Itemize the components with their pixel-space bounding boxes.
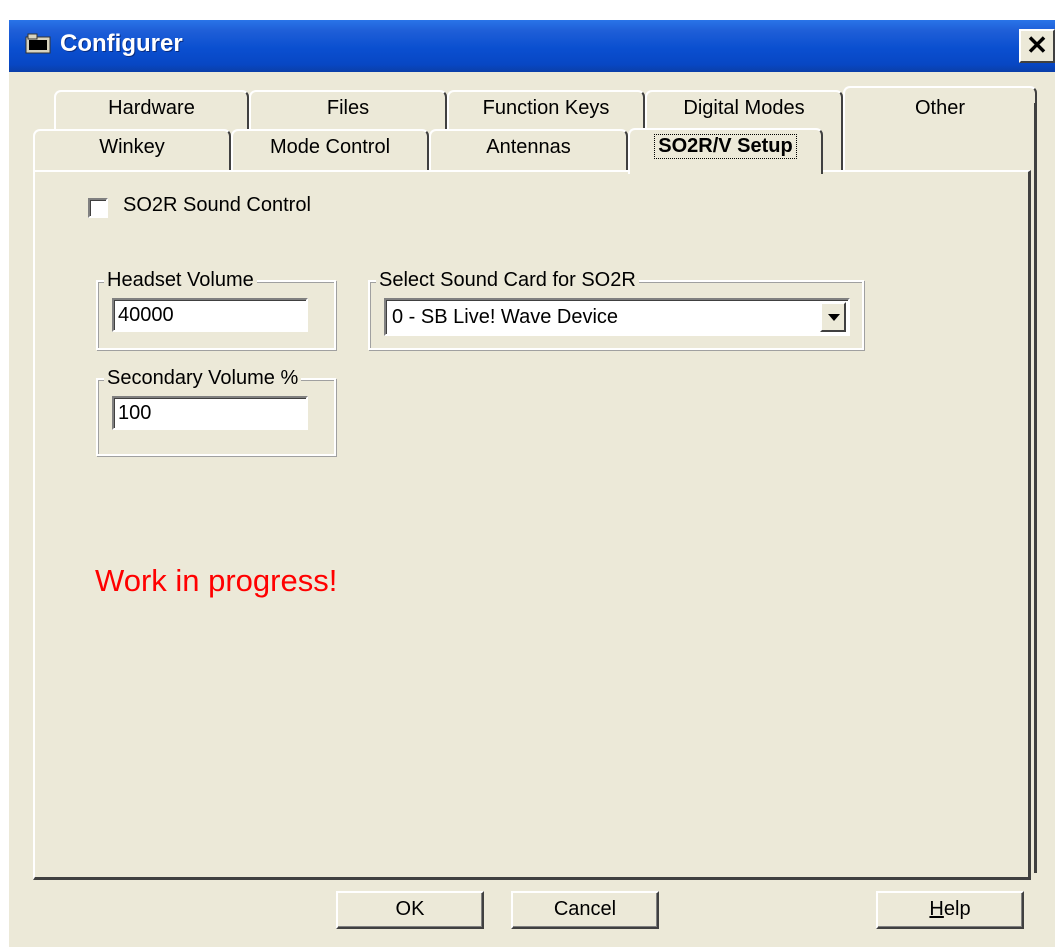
- title-bar[interactable]: Configurer ✕: [9, 20, 1055, 72]
- dropdown-button[interactable]: [820, 302, 846, 332]
- work-in-progress-notice: Work in progress!: [95, 563, 338, 598]
- tab-other[interactable]: Other: [843, 86, 1037, 170]
- tab-winkey[interactable]: Winkey: [33, 129, 231, 170]
- so2r-sound-control-checkbox[interactable]: [88, 198, 108, 218]
- tab-focus-label: SO2R/V Setup: [654, 134, 797, 159]
- help-label-rest: elp: [943, 898, 971, 920]
- tab-label: Mode Control: [269, 136, 391, 158]
- ok-button[interactable]: OK: [336, 891, 484, 929]
- sound-card-group: Select Sound Card for SO2R 0 - SB Live! …: [368, 269, 864, 350]
- tab-label: Winkey: [99, 136, 165, 158]
- tab-label: Other: [914, 97, 966, 119]
- so2r-sound-control-label: SO2R Sound Control: [123, 194, 311, 216]
- sound-card-select[interactable]: 0 - SB Live! Wave Device: [384, 298, 850, 336]
- help-mnemonic: H: [929, 898, 944, 920]
- help-button[interactable]: Help: [876, 891, 1024, 929]
- tab-label: Files: [326, 97, 370, 119]
- headset-volume-input[interactable]: [112, 298, 308, 332]
- secondary-volume-group: Secondary Volume %: [96, 367, 336, 456]
- app-icon: [25, 33, 51, 54]
- tab-mode-control[interactable]: Mode Control: [231, 129, 429, 170]
- tab-label: Hardware: [108, 97, 195, 119]
- headset-volume-title: Headset Volume: [104, 269, 257, 292]
- tab-label: Digital Modes: [683, 97, 805, 119]
- chevron-down-icon: [828, 314, 840, 321]
- tab-label: SO2R/V Setup: [630, 130, 821, 159]
- sound-card-selected: 0 - SB Live! Wave Device: [392, 306, 619, 328]
- tab-so2r-v-setup[interactable]: SO2R/V Setup: [628, 128, 823, 174]
- configurer-window: Configurer ✕ Hardware Files Function Key…: [9, 20, 1055, 947]
- tab-label: Function Keys: [482, 97, 610, 119]
- headset-volume-group: Headset Volume: [96, 269, 336, 350]
- cancel-button[interactable]: Cancel: [511, 891, 659, 929]
- close-button[interactable]: ✕: [1019, 29, 1055, 63]
- secondary-volume-input[interactable]: [112, 396, 308, 430]
- secondary-volume-title: Secondary Volume %: [104, 367, 302, 390]
- window-title: Configurer: [60, 30, 183, 57]
- tab-antennas[interactable]: Antennas: [429, 129, 628, 170]
- tab-label: Antennas: [486, 136, 571, 158]
- sound-card-title: Select Sound Card for SO2R: [376, 269, 639, 292]
- close-icon: ✕: [1026, 30, 1048, 60]
